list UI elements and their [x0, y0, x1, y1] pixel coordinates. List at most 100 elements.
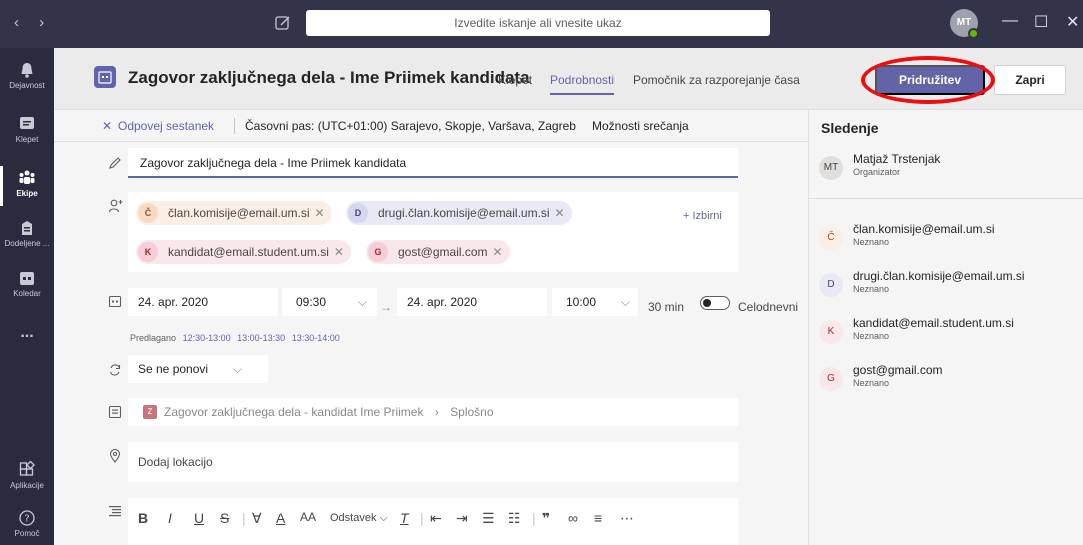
rail-item-assignments[interactable]: Dodeljene ...	[0, 210, 54, 262]
rail-item-apps[interactable]: Aplikacije	[0, 452, 54, 504]
cancel-meeting-button[interactable]: Odpovej sestanek	[118, 119, 214, 133]
apps-icon	[19, 461, 35, 476]
person-status: Organizator	[853, 167, 901, 177]
end-time-select[interactable]: 10:00 ⌵	[552, 288, 638, 316]
repeat-select[interactable]: Se ne ponovi ⌵	[128, 355, 268, 383]
paragraph-style-select[interactable]: Odstavek ⌵	[330, 512, 388, 525]
location-input[interactable]: Dodaj lokacijo	[128, 442, 738, 482]
add-people-icon	[108, 199, 123, 213]
calendar-icon	[20, 272, 34, 285]
team-badge: Z	[143, 405, 157, 419]
all-day-label: Celodnevni	[738, 300, 799, 314]
remove-attendee-icon[interactable]: ✕	[334, 240, 344, 264]
clear-formatting-icon[interactable]: T	[400, 510, 409, 526]
avatar: Č	[819, 226, 843, 250]
suggested-slot[interactable]: 12:30-13:00	[183, 333, 231, 343]
tab-scheduling-assistant[interactable]: Pomočnik za razporejanje časa	[633, 73, 800, 87]
new-chat-icon[interactable]	[274, 14, 292, 32]
remove-attendee-icon[interactable]: ✕	[492, 240, 502, 264]
italic-icon[interactable]: I	[168, 510, 172, 526]
all-day-toggle[interactable]	[700, 296, 730, 310]
tracking-panel: Sledenje MT Matjaž Trstenjak Organizator…	[808, 110, 1083, 545]
person-status: Neznano	[853, 331, 890, 341]
attendee-chip[interactable]: G gost@gmail.com ✕	[366, 240, 510, 264]
rail-item-calendar[interactable]: Koledar	[0, 260, 54, 312]
attendee-avatar: G	[368, 242, 388, 262]
format-divider: |	[532, 510, 536, 526]
tab-chat[interactable]: Klepet	[498, 73, 532, 87]
quote-icon[interactable]: ❞	[542, 510, 550, 527]
date-calendar-icon	[108, 295, 122, 308]
font-size-icon[interactable]: AA	[300, 510, 316, 524]
maximize-icon[interactable]: ☐	[1034, 12, 1048, 32]
channel-field[interactable]: Z Zagovor zaključnega dela - kandidat Im…	[128, 398, 738, 426]
history-nav-arrows[interactable]: ‹ ›	[14, 14, 52, 31]
assignments-icon	[22, 221, 32, 235]
end-time-value: 10:00	[566, 295, 597, 309]
timezone-selector[interactable]: Časovni pas: (UTC+01:00) Sarajevo, Skopj…	[245, 119, 576, 133]
remove-attendee-icon[interactable]: ✕	[315, 201, 325, 225]
suggested-slot[interactable]: 13:00-13:30	[237, 333, 285, 343]
duration-label: 30 min	[648, 300, 685, 314]
person-status: Neznano	[853, 284, 890, 294]
tab-details[interactable]: Podrobnosti	[550, 73, 615, 95]
rail-item-teams[interactable]: Ekipe	[0, 160, 54, 212]
pencil-icon	[109, 157, 121, 169]
panel-divider	[809, 198, 1083, 199]
close-window-icon[interactable]: ✕	[1066, 12, 1079, 32]
rail-item-chat[interactable]: Klepet	[0, 106, 54, 158]
bullet-list-icon[interactable]: ☰	[482, 510, 495, 527]
list-item: D drugi.član.komisije@email.um.si Neznan…	[819, 267, 1079, 303]
attendee-chip[interactable]: Č član.komisije@email.um.si ✕	[136, 201, 332, 225]
minimize-icon[interactable]: —	[1002, 12, 1018, 30]
chevron-down-icon: ⌵	[620, 295, 630, 309]
attendee-email: drugi.član.komisije@email.um.si	[378, 206, 550, 220]
svg-text:?: ?	[24, 514, 29, 525]
decrease-indent-icon[interactable]: ⇤	[430, 510, 442, 527]
avatar: K	[819, 320, 843, 344]
attendee-avatar: Č	[138, 203, 158, 223]
remove-attendee-icon[interactable]: ✕	[555, 201, 565, 225]
channel-icon	[108, 405, 122, 419]
numbered-list-icon[interactable]: ☷	[508, 510, 521, 527]
start-time-select[interactable]: 09:30 ⌵	[282, 288, 377, 316]
rail-item-activity[interactable]: Dejavnost	[0, 52, 54, 104]
person-name: gost@gmail.com	[853, 363, 943, 377]
location-icon	[109, 449, 121, 463]
underline-icon[interactable]: U	[194, 510, 204, 526]
meeting-options-link[interactable]: Možnosti srečanja	[592, 119, 689, 133]
rail-label: Dejavnost	[9, 81, 45, 90]
search-input[interactable]: Izvedite iskanje ali vnesite ukaz	[306, 10, 770, 36]
rail-item-more[interactable]: ...	[0, 312, 54, 364]
start-date-picker[interactable]: 24. apr. 2020	[128, 288, 278, 316]
meeting-title-input[interactable]: Zagovor zaključnega dela - Ime Priimek k…	[128, 148, 738, 178]
suggested-slot[interactable]: 13:30-14:00	[292, 333, 340, 343]
increase-indent-icon[interactable]: ⇥	[456, 510, 468, 527]
link-icon[interactable]: ∞	[568, 510, 578, 526]
strikethrough-icon[interactable]: S	[220, 510, 229, 526]
title-bar: ‹ › Izvedite iskanje ali vnesite ukaz MT…	[0, 0, 1083, 48]
bold-icon[interactable]: B	[138, 510, 148, 526]
suggested-label: Predlagano	[130, 333, 177, 343]
more-options-icon[interactable]: ⋯	[620, 510, 634, 527]
highlight-icon[interactable]: ∀	[252, 510, 262, 527]
attendees-field[interactable]: Č član.komisije@email.um.si ✕ D drugi.čl…	[128, 192, 738, 272]
chevron-down-icon: ⌵	[357, 295, 367, 309]
attendee-avatar: D	[348, 203, 368, 223]
chevron-right-icon: ›	[434, 405, 439, 419]
attendee-email: kandidat@email.student.um.si	[168, 245, 329, 259]
cancel-icon[interactable]: ✕	[102, 119, 112, 133]
end-date-picker[interactable]: 24. apr. 2020	[397, 288, 547, 316]
add-optional-attendees-link[interactable]: + Izbirni	[683, 210, 722, 222]
attendee-chip[interactable]: D drugi.član.komisije@email.um.si ✕	[346, 201, 572, 225]
horizontal-rule-icon[interactable]: ≡	[594, 510, 602, 526]
close-button[interactable]: Zapri	[994, 65, 1066, 95]
bell-icon	[21, 63, 33, 78]
rail-item-help[interactable]: ? Pomoč	[0, 500, 54, 545]
list-item: Č član.komisije@email.um.si Neznano	[819, 220, 1079, 256]
highlight-annotation	[861, 56, 995, 104]
attendee-chip[interactable]: K kandidat@email.student.um.si ✕	[136, 240, 351, 264]
paragraph-label: Odstavek	[330, 512, 377, 524]
description-editor[interactable]: B I U S | ∀ A AA Odstavek ⌵ T | ⇤ ⇥ ☰ ☷ …	[128, 498, 738, 545]
font-color-icon[interactable]: A	[276, 510, 285, 526]
